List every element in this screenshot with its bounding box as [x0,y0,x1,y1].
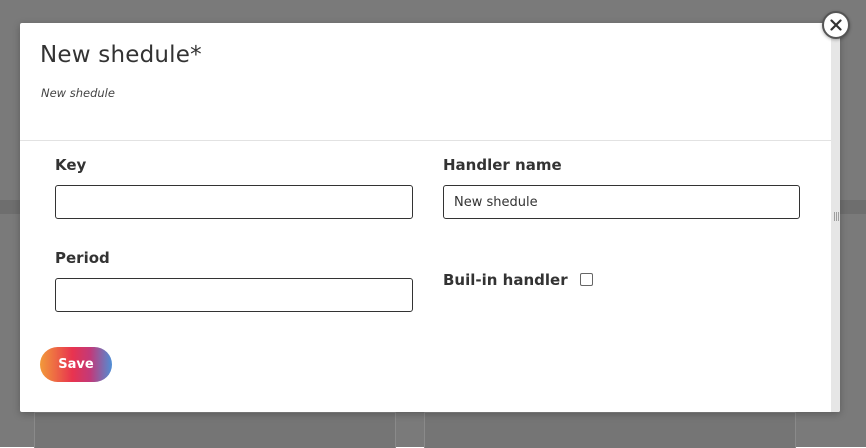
dialog-subtitle: New shedule [41,86,115,100]
dialog-title: New shedule* [40,42,202,68]
handler-name-input[interactable] [443,185,800,219]
scrollbar-grip-icon[interactable]: ||| [833,212,840,222]
save-button[interactable]: Save [40,347,112,382]
background-card-left [34,412,396,448]
schedule-dialog: New shedule* New shedule ||| Key Handler… [20,23,840,412]
builtin-handler-checkbox[interactable] [580,273,593,286]
period-input[interactable] [55,278,413,312]
background-card-right [424,412,796,448]
dialog-header: New shedule* New shedule [20,23,831,141]
handler-name-label: Handler name [443,156,562,174]
key-label: Key [55,156,87,174]
builtin-handler-label: Buil-in handler [443,271,568,289]
close-button[interactable] [822,11,850,39]
close-icon [830,19,842,31]
period-label: Period [55,249,110,267]
key-input[interactable] [55,185,413,219]
